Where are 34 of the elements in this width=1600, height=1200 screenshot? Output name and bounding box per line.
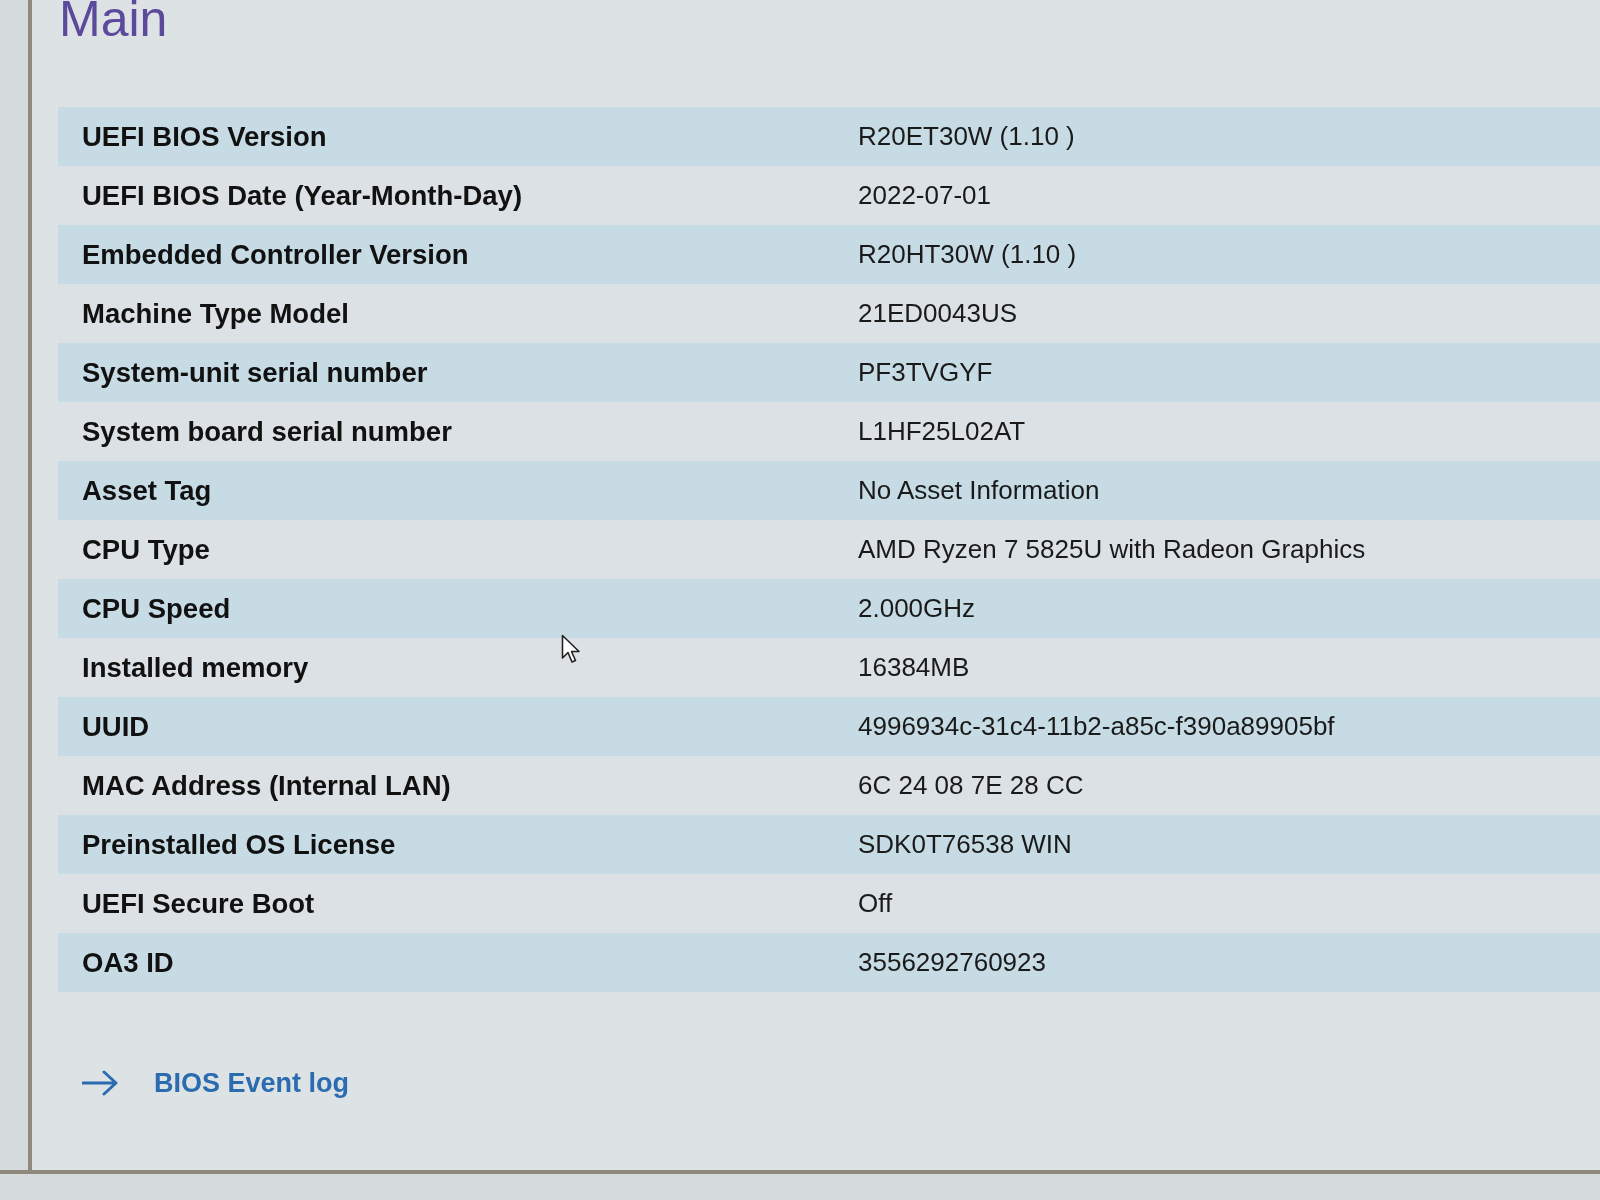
field-label: System board serial number (82, 414, 452, 449)
field-label: OA3 ID (82, 945, 174, 980)
field-value: No Asset Information (858, 474, 1100, 507)
field-value: 4996934c-31c4-11b2-a85c-f390a89905bf (858, 710, 1335, 743)
field-value: SDK0T76538 WIN (858, 828, 1072, 861)
field-value: L1HF25L02AT (858, 415, 1026, 448)
mouse-pointer-icon (561, 634, 581, 664)
field-value: 21ED0043US (858, 297, 1017, 330)
field-label: UEFI Secure Boot (82, 886, 315, 921)
page-title: Main (59, 0, 168, 44)
field-value: 2022-07-01 (858, 179, 991, 212)
field-label: MAC Address (Internal LAN) (82, 768, 451, 803)
field-label: Embedded Controller Version (82, 237, 469, 272)
field-value: 16384MB (858, 651, 970, 684)
field-label: Machine Type Model (82, 296, 349, 331)
field-label: CPU Speed (82, 591, 231, 626)
field-label: UUID (82, 709, 150, 744)
bios-event-log-link[interactable]: BIOS Event log (82, 1062, 350, 1104)
field-value: 2.000GHz (858, 592, 976, 625)
field-label: System-unit serial number (82, 355, 428, 390)
field-label: CPU Type (82, 532, 210, 567)
field-label: Preinstalled OS License (82, 827, 396, 862)
field-value: 3556292760923 (858, 946, 1046, 979)
field-value: AMD Ryzen 7 5825U with Radeon Graphics (858, 533, 1366, 566)
field-label: Asset Tag (82, 473, 212, 508)
field-value: R20ET30W (1.10 ) (858, 120, 1075, 153)
field-label: UEFI BIOS Date (Year-Month-Day) (82, 178, 523, 213)
field-value: PF3TVGYF (858, 356, 993, 389)
field-value: Off (858, 887, 893, 920)
field-label: UEFI BIOS Version (82, 119, 327, 154)
field-value: 6C 24 08 7E 28 CC (858, 769, 1084, 802)
field-value: R20HT30W (1.10 ) (858, 238, 1077, 271)
field-label: Installed memory (82, 650, 309, 685)
arrow-right-icon (82, 1070, 118, 1096)
